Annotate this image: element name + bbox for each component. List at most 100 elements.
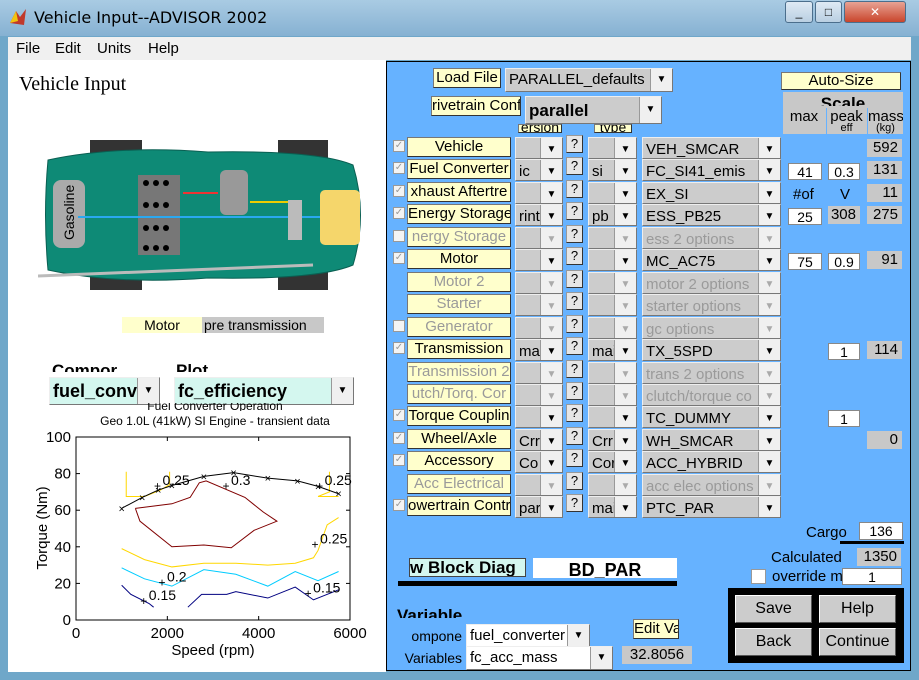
component-file-select[interactable]: motor 2 options ▼: [642, 271, 781, 294]
type-header[interactable]: type: [594, 124, 632, 133]
component-checkbox[interactable]: ✓: [393, 454, 405, 467]
variable-component-select[interactable]: fuel_converter ▼: [466, 624, 590, 648]
type-select[interactable]: ▼: [588, 316, 637, 339]
peak-input[interactable]: 0.9: [828, 253, 860, 271]
override-checkbox[interactable]: [751, 569, 766, 584]
help-question-button[interactable]: ?: [566, 494, 583, 513]
help-question-button[interactable]: ?: [566, 202, 583, 221]
component-file-select[interactable]: ESS_PB25 ▼: [642, 204, 781, 227]
component-checkbox[interactable]: [393, 229, 405, 242]
component-file-select[interactable]: TX_5SPD ▼: [642, 339, 781, 362]
component-file-select[interactable]: VEH_SMCAR ▼: [642, 137, 781, 159]
override-mass-input[interactable]: 1: [842, 568, 902, 585]
component-file-select[interactable]: clutch/torque co ▼: [642, 383, 781, 406]
component-button[interactable]: Transmission: [407, 339, 511, 360]
help-question-button[interactable]: ?: [566, 449, 583, 468]
version-select[interactable]: rint ▼: [515, 204, 563, 227]
auto-size-button[interactable]: Auto-Size: [781, 72, 901, 90]
component-file-select[interactable]: trans 2 options ▼: [642, 361, 781, 384]
component-file-select[interactable]: acc elec options ▼: [642, 473, 781, 496]
help-question-button[interactable]: ?: [566, 337, 583, 356]
version-select[interactable]: ▼: [515, 473, 563, 496]
type-select[interactable]: mai ▼: [588, 496, 637, 519]
peak-input[interactable]: 0.3: [828, 163, 860, 181]
max-input[interactable]: 41: [788, 163, 822, 181]
cargo-input[interactable]: 136: [859, 522, 903, 540]
help-question-button[interactable]: ?: [566, 359, 583, 378]
help-question-button[interactable]: ?: [566, 292, 583, 311]
type-select[interactable]: ▼: [588, 406, 637, 429]
component-button[interactable]: Vehicle: [407, 137, 511, 157]
version-select[interactable]: ▼: [515, 383, 563, 406]
component-button[interactable]: Fuel Converter: [407, 159, 511, 180]
variable-select[interactable]: fc_acc_mass ▼: [466, 646, 613, 670]
help-question-button[interactable]: ?: [566, 157, 583, 176]
help-question-button[interactable]: ?: [566, 404, 583, 423]
version-select[interactable]: ▼: [515, 181, 563, 204]
version-select[interactable]: ▼: [515, 316, 563, 339]
back-button[interactable]: Back: [735, 628, 812, 656]
peak-input[interactable]: 1: [828, 343, 860, 361]
component-button[interactable]: Energy Storage: [407, 204, 511, 225]
component-checkbox[interactable]: ✓: [393, 409, 405, 422]
version-select[interactable]: Co ▼: [515, 451, 563, 474]
type-select[interactable]: Cor ▼: [588, 451, 637, 474]
view-block-diagram-button[interactable]: w Block Diag: [409, 558, 526, 577]
version-select[interactable]: ▼: [515, 137, 563, 159]
version-select[interactable]: ▼: [515, 294, 563, 317]
maximize-button[interactable]: □: [815, 1, 842, 23]
component-checkbox[interactable]: ✓: [393, 184, 405, 197]
component-file-select[interactable]: ACC_HYBRID ▼: [642, 451, 781, 474]
version-select[interactable]: ic ▼: [515, 159, 563, 182]
component-checkbox[interactable]: ✓: [393, 140, 405, 152]
max-input[interactable]: 25: [788, 208, 822, 226]
component-file-select[interactable]: TC_DUMMY ▼: [642, 406, 781, 429]
component-button[interactable]: xhaust Aftertre: [407, 181, 511, 202]
component-button[interactable]: Torque Couplin: [407, 406, 511, 427]
help-question-button[interactable]: ?: [566, 179, 583, 198]
help-question-button[interactable]: ?: [566, 269, 583, 288]
type-select[interactable]: si ▼: [588, 159, 637, 182]
file-select[interactable]: PARALLEL_defaults ▼: [505, 68, 673, 92]
version-select[interactable]: ▼: [515, 361, 563, 384]
version-select[interactable]: ▼: [515, 271, 563, 294]
component-checkbox[interactable]: ✓: [393, 499, 405, 512]
component-file-select[interactable]: EX_SI ▼: [642, 181, 781, 204]
component-file-select[interactable]: FC_SI41_emis ▼: [642, 159, 781, 182]
type-select[interactable]: ▼: [588, 473, 637, 496]
help-question-button[interactable]: ?: [566, 247, 583, 266]
drivetrain-config-button[interactable]: rivetrain Conf: [431, 96, 521, 116]
version-select[interactable]: par ▼: [515, 496, 563, 519]
type-select[interactable]: mai ▼: [588, 339, 637, 362]
minimize-button[interactable]: _: [785, 1, 813, 23]
peak-input[interactable]: 1: [828, 410, 860, 428]
component-button[interactable]: Transmission 2: [407, 361, 511, 382]
component-checkbox[interactable]: ✓: [393, 162, 405, 175]
type-select[interactable]: ▼: [588, 226, 637, 249]
component-checkbox[interactable]: [393, 319, 405, 332]
edit-value-button[interactable]: Edit Va: [633, 619, 679, 639]
component-file-select[interactable]: PTC_PAR ▼: [642, 496, 781, 519]
component-file-select[interactable]: MC_AC75 ▼: [642, 249, 781, 272]
help-question-button[interactable]: ?: [566, 135, 583, 153]
type-select[interactable]: ▼: [588, 383, 637, 406]
component-file-select[interactable]: starter options ▼: [642, 294, 781, 317]
continue-button[interactable]: Continue: [819, 628, 896, 656]
component-button[interactable]: Motor 2: [407, 271, 511, 292]
help-question-button[interactable]: ?: [566, 471, 583, 490]
version-select[interactable]: Crr ▼: [515, 428, 563, 451]
component-button[interactable]: owertrain Contr: [407, 496, 511, 517]
component-button[interactable]: Wheel/Axle: [407, 428, 511, 449]
component-button[interactable]: Generator: [407, 316, 511, 337]
version-header[interactable]: ersion: [518, 124, 562, 133]
help-question-button[interactable]: ?: [566, 426, 583, 445]
help-question-button[interactable]: ?: [566, 314, 583, 333]
close-button[interactable]: ✕: [844, 1, 906, 23]
help-question-button[interactable]: ?: [566, 224, 583, 243]
component-file-select[interactable]: gc options ▼: [642, 316, 781, 339]
component-button[interactable]: nergy Storage: [407, 226, 511, 247]
component-button[interactable]: Accessory: [407, 451, 511, 472]
component-checkbox[interactable]: ✓: [393, 252, 405, 265]
type-select[interactable]: ▼: [588, 294, 637, 317]
component-button[interactable]: Motor: [407, 249, 511, 270]
